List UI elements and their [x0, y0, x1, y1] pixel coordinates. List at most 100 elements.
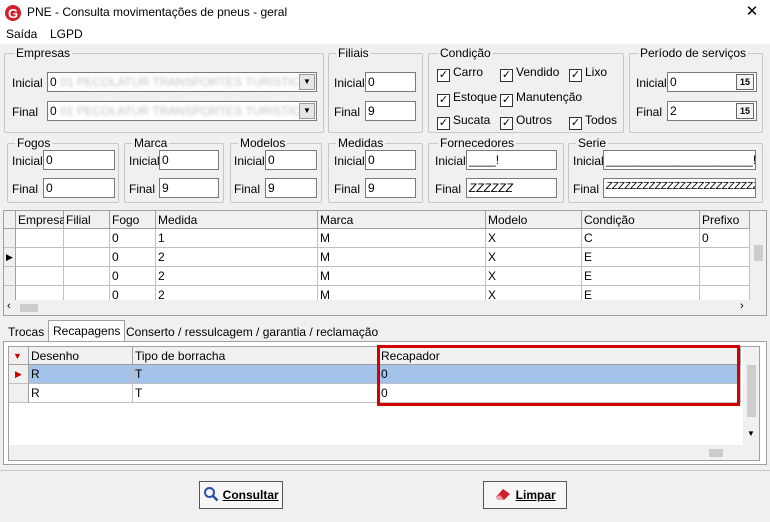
cell-prefixo[interactable]: 0: [700, 229, 750, 248]
checkbox-todos[interactable]: ✓ Todos: [569, 113, 617, 130]
modelo-inicial-input[interactable]: 0: [265, 150, 317, 170]
checkbox-estoque[interactable]: ✓ Estoque: [437, 90, 497, 107]
tab-conserto[interactable]: Conserto / ressulcagem / garantia / recl…: [122, 322, 382, 342]
medida-inicial-input[interactable]: 0: [365, 150, 416, 170]
cell-desenho[interactable]: R: [29, 384, 133, 403]
row-indicator[interactable]: [4, 267, 16, 286]
col-fogo[interactable]: Fogo: [110, 211, 156, 229]
cell-marca[interactable]: M: [318, 267, 486, 286]
marca-inicial-label: Inicial: [129, 154, 160, 168]
cell-modelo[interactable]: X: [486, 248, 582, 267]
empresa-final-select[interactable]: 0 01 PECOLATUR TRANSPORTES TURISTICOS: [47, 101, 317, 121]
cell-filial[interactable]: [64, 248, 110, 267]
fogos-inicial-label: Inicial: [12, 154, 43, 168]
cell-condicao[interactable]: C: [582, 229, 700, 248]
scroll-thumb[interactable]: [20, 304, 38, 312]
col-filial[interactable]: Filial: [64, 211, 110, 229]
fogo-inicial-input[interactable]: 0: [43, 150, 115, 170]
medida-final-input[interactable]: 9: [365, 178, 416, 198]
fogo-final-input[interactable]: 0: [43, 178, 115, 198]
col-condicao[interactable]: Condição: [582, 211, 700, 229]
tab-trocas[interactable]: Trocas: [4, 322, 48, 342]
cell-fogo[interactable]: 0: [110, 248, 156, 267]
main-grid-vscrollbar[interactable]: [750, 211, 766, 300]
row-indicator[interactable]: [4, 229, 16, 248]
cell-condicao[interactable]: E: [582, 248, 700, 267]
marca-inicial-input[interactable]: 0: [159, 150, 219, 170]
scroll-thumb[interactable]: [709, 449, 723, 457]
close-icon[interactable]: ✕: [742, 2, 762, 20]
cell-prefixo[interactable]: [700, 248, 750, 267]
marca-title: Marca: [132, 136, 170, 150]
fornecedor-final-input[interactable]: ZZZZZZ: [466, 178, 557, 198]
modelo-final-input[interactable]: 9: [265, 178, 317, 198]
menu-item-saida[interactable]: Saída: [6, 27, 37, 41]
serie-final-input[interactable]: ZZZZZZZZZZZZZZZZZZZZZZZZZZZ: [603, 178, 756, 198]
serie-inicial-input[interactable]: ______________________!: [603, 150, 756, 170]
condicao-title: Condição: [438, 46, 493, 60]
consultar-button[interactable]: Consultar: [199, 481, 283, 509]
main-grid-hscrollbar[interactable]: ‹ ›: [4, 300, 766, 315]
marca-final-input[interactable]: 9: [159, 178, 219, 198]
scroll-thumb[interactable]: [754, 245, 763, 261]
scroll-down-icon[interactable]: ▼: [747, 429, 755, 438]
row-indicator-current[interactable]: ▶: [4, 248, 16, 267]
cell-tipo-borracha[interactable]: T: [133, 384, 379, 403]
row-indicator-current[interactable]: ▶: [9, 365, 29, 384]
col-prefixo[interactable]: Prefixo: [700, 211, 750, 229]
scroll-thumb[interactable]: [747, 365, 756, 417]
filial-inicial-input[interactable]: 0: [365, 72, 416, 92]
col-medida[interactable]: Medida: [156, 211, 318, 229]
cell-medida[interactable]: 1: [156, 229, 318, 248]
col-marca[interactable]: Marca: [318, 211, 486, 229]
serie-final-label: Final: [573, 182, 600, 196]
cell-marca[interactable]: M: [318, 248, 486, 267]
limpar-button[interactable]: Limpar: [483, 481, 567, 509]
checkbox-sucata[interactable]: ✓ Sucata: [437, 113, 490, 130]
cell-empresa[interactable]: [16, 248, 64, 267]
row-indicator[interactable]: [9, 384, 29, 403]
cell-filial[interactable]: [64, 267, 110, 286]
col-tipo-borracha[interactable]: Tipo de borracha: [133, 347, 379, 365]
col-empresa[interactable]: Empresa: [16, 211, 66, 229]
col-desenho[interactable]: Desenho: [29, 347, 133, 365]
scroll-left-icon[interactable]: ‹: [7, 300, 11, 312]
menu-item-lgpd[interactable]: LGPD: [50, 27, 83, 41]
checkbox-lixo[interactable]: ✓ Lixo: [569, 65, 607, 82]
cell-tipo-borracha[interactable]: T: [133, 365, 379, 384]
cell-desenho[interactable]: R: [29, 365, 133, 384]
empresa-inicial-select[interactable]: 0 01 PECOLATUR TRANSPORTES TURISTICOS: [47, 72, 317, 92]
fornecedor-inicial-input[interactable]: ____!: [466, 150, 557, 170]
cell-marca[interactable]: M: [318, 229, 486, 248]
cell-modelo[interactable]: X: [486, 229, 582, 248]
tab-recapagens[interactable]: Recapagens: [48, 320, 126, 342]
recap-grid-hscrollbar[interactable]: [9, 445, 759, 460]
consultar-label: Consultar: [222, 488, 279, 502]
cell-medida[interactable]: 2: [156, 267, 318, 286]
cell-filial[interactable]: [64, 229, 110, 248]
cell-fogo[interactable]: 0: [110, 229, 156, 248]
checkbox-carro[interactable]: ✓ Carro: [437, 65, 483, 82]
filial-final-input[interactable]: 9: [365, 101, 416, 121]
sort-down-icon[interactable]: ▼: [9, 347, 29, 365]
fogos-title: Fogos: [15, 136, 53, 150]
recapador-highlight: [377, 345, 740, 406]
recap-grid-vscrollbar[interactable]: ▼: [743, 347, 759, 445]
chevron-down-icon[interactable]: ▼: [299, 74, 315, 90]
menu-bar: Saída LGPD: [0, 26, 770, 44]
cell-medida[interactable]: 2: [156, 248, 318, 267]
calendar-icon[interactable]: 15: [736, 103, 754, 119]
checkbox-outros[interactable]: ✓ Outros: [500, 113, 552, 130]
cell-empresa[interactable]: [16, 267, 64, 286]
checkbox-manutencao[interactable]: ✓ Manutenção: [500, 90, 582, 107]
scroll-right-icon[interactable]: ›: [740, 300, 744, 312]
calendar-icon[interactable]: 15: [736, 74, 754, 90]
checkbox-vendido[interactable]: ✓ Vendido: [500, 65, 559, 82]
cell-fogo[interactable]: 0: [110, 267, 156, 286]
cell-prefixo[interactable]: [700, 267, 750, 286]
cell-condicao[interactable]: E: [582, 267, 700, 286]
col-modelo[interactable]: Modelo: [486, 211, 582, 229]
cell-modelo[interactable]: X: [486, 267, 582, 286]
chevron-down-icon[interactable]: ▼: [299, 103, 315, 119]
cell-empresa[interactable]: [16, 229, 64, 248]
